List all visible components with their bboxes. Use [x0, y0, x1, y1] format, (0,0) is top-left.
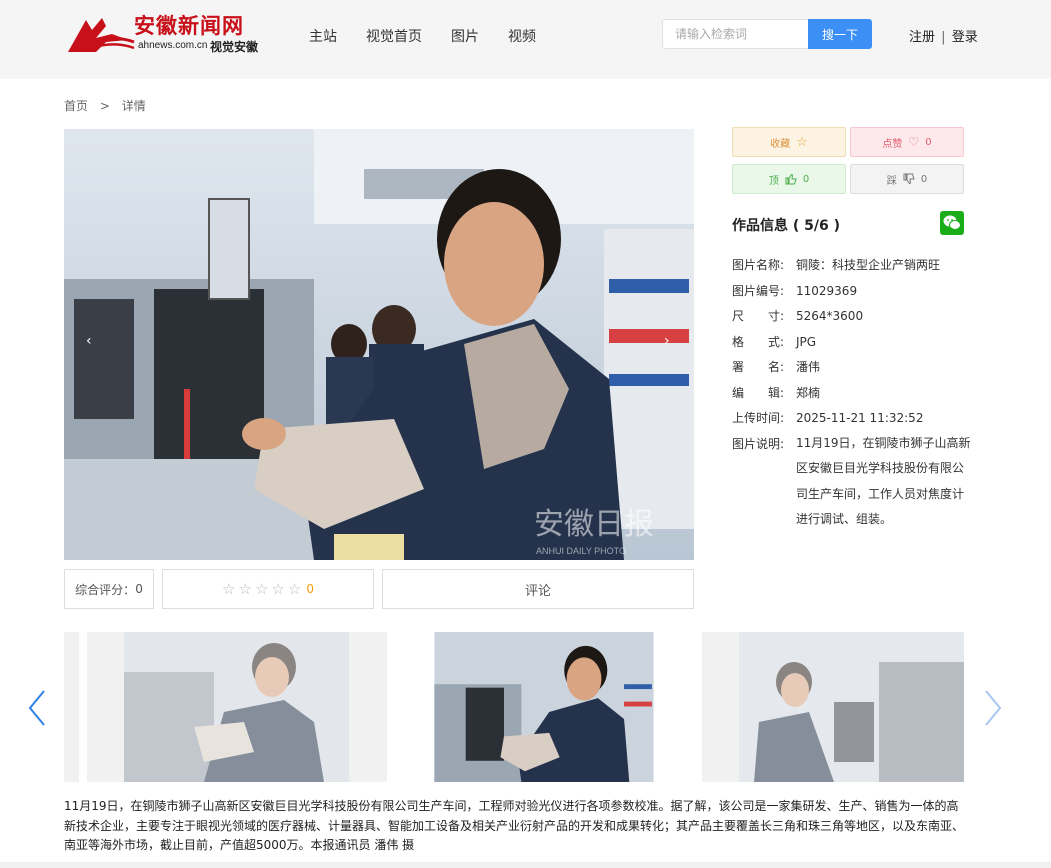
info-label: 署 名: [732, 360, 785, 374]
like-count: 0 [925, 136, 932, 148]
thumbnail-active[interactable] [434, 632, 654, 782]
downvote-label: 踩 [886, 175, 897, 187]
thumbnail[interactable] [64, 632, 79, 782]
search-button[interactable]: 搜一下 [808, 19, 872, 49]
carousel-prev-arrow[interactable] [26, 688, 48, 728]
info-value: 11029369 [796, 283, 858, 298]
wechat-share-icon[interactable] [940, 211, 964, 235]
info-value: JPG [796, 334, 817, 349]
star-icon[interactable]: ☆ [239, 580, 252, 598]
auth-separator: | [941, 30, 946, 45]
photo-watermark-en: ANHUI DAILY PHOTO [536, 546, 626, 556]
breadcrumb-home[interactable]: 首页 [64, 99, 88, 113]
thumbnail[interactable] [87, 632, 387, 782]
info-label: 图片编号: [732, 283, 785, 298]
breadcrumb-arrow: > [99, 99, 110, 113]
like-button[interactable]: 点赞 ♡ 0 [850, 127, 964, 157]
downvote-count: 0 [920, 173, 928, 185]
info-label: 编 辑: [732, 385, 785, 400]
main-nav: 主站 视觉首页 图片 视频 [309, 26, 565, 46]
info-value: 5264*3600 [796, 309, 864, 323]
heart-icon: ♡ [908, 135, 920, 149]
favorite-label: 收藏 [770, 138, 791, 150]
info-list: 图片名称: 铜陵：科技型企业产销两旺 图片编号: 11029369 尺 寸: 5… [732, 257, 972, 533]
thumbnail[interactable] [702, 632, 964, 782]
info-value: 潘伟 [796, 360, 821, 374]
star-icon[interactable]: ☆ [222, 580, 235, 598]
site-header: 安徽新闻网 ahnews.com.cn 视觉安徽 主站 视觉首页 图片 视频 搜… [0, 0, 1051, 79]
photo-prev-button[interactable]: ‹ [86, 333, 92, 349]
nav-item-visual-home[interactable]: 视觉首页 [366, 26, 422, 46]
star-icon[interactable]: ☆ [288, 580, 301, 598]
info-row-description: 图片说明: 11月19日，在铜陵市狮子山高新区安徽巨目光学科技股份有限公司生产车… [732, 436, 972, 533]
star-icon: ☆ [796, 134, 808, 150]
nav-item-pictures[interactable]: 图片 [451, 26, 479, 46]
register-link[interactable]: 注册 [909, 30, 935, 45]
info-label: 图片说明: [732, 436, 785, 451]
footer-divider [0, 862, 1051, 868]
info-label: 格 式: [732, 334, 785, 349]
score-value: 0 [135, 582, 143, 596]
photo-next-button[interactable]: › [664, 333, 670, 349]
downvote-button[interactable]: 踩 0 [850, 164, 964, 194]
upvote-count: 0 [802, 173, 810, 185]
info-row-id: 图片编号: 11029369 [732, 283, 972, 309]
score-label: 综合评分： [75, 582, 136, 597]
breadcrumb-current: 详情 [121, 99, 146, 113]
auth-links: 注册 | 登录 [909, 26, 978, 45]
logo-domain: ahnews.com.cn [138, 40, 208, 51]
overall-score: 综合评分： 0 [64, 569, 154, 609]
star-icon[interactable]: ☆ [271, 580, 284, 598]
upvote-button[interactable]: 顶 0 [732, 164, 846, 194]
favorite-button[interactable]: 收藏 ☆ [732, 127, 846, 157]
info-row-size: 尺 寸: 5264*3600 [732, 308, 972, 334]
info-value: 铜陵：科技型企业产销两旺 [796, 258, 941, 272]
search-input[interactable] [662, 19, 809, 49]
like-label: 点赞 [882, 138, 903, 150]
main-photo[interactable]: 安徽日报 ANHUI DAILY PHOTO ‹ › [64, 129, 694, 560]
nav-item-main[interactable]: 主站 [309, 26, 337, 46]
comment-button[interactable]: 评论 [382, 569, 694, 609]
info-label: 图片名称: [732, 258, 785, 272]
factory-worker-photo: 安徽日报 ANHUI DAILY PHOTO [64, 129, 694, 560]
info-row-editor: 编 辑: 郑楠 [732, 385, 972, 411]
upvote-label: 顶 [768, 175, 779, 187]
star-rating: ☆ ☆ ☆ ☆ ☆ 0 [162, 569, 374, 609]
thumbs-down-icon [903, 173, 915, 185]
info-row-author: 署 名: 潘伟 [732, 359, 972, 385]
star-count: 0 [306, 582, 314, 596]
star-icon[interactable]: ☆ [255, 580, 268, 598]
logo-bird-icon [68, 18, 135, 52]
thumbs-up-icon [785, 173, 797, 185]
info-label: 上传时间: [732, 411, 785, 425]
site-logo[interactable]: 安徽新闻网 ahnews.com.cn 视觉安徽 [66, 10, 266, 60]
thumbnail-strip [64, 632, 964, 782]
info-row-name: 图片名称: 铜陵：科技型企业产销两旺 [732, 257, 972, 283]
breadcrumb: 首页 > 详情 [64, 97, 146, 114]
login-link[interactable]: 登录 [952, 30, 978, 45]
carousel-next-arrow[interactable] [982, 688, 1004, 728]
logo-title: 安徽新闻网 [134, 13, 244, 38]
info-value: 郑楠 [796, 385, 821, 400]
info-title: 作品信息 ( 5/6 ) [732, 218, 841, 234]
nav-item-video[interactable]: 视频 [508, 26, 536, 46]
photo-caption: 11月19日，在铜陵市狮子山高新区安徽巨目光学科技股份有限公司生产车间，工程师对… [64, 799, 965, 852]
info-row-format: 格 式: JPG [732, 334, 972, 360]
info-label: 尺 寸: [732, 309, 785, 323]
photo-watermark: 安徽日报 [534, 507, 654, 542]
logo-subtitle: 视觉安徽 [210, 40, 259, 54]
info-value: 11月19日，在铜陵市狮子山高新区安徽巨目光学科技股份有限公司生产车间，工作人员… [796, 435, 971, 527]
